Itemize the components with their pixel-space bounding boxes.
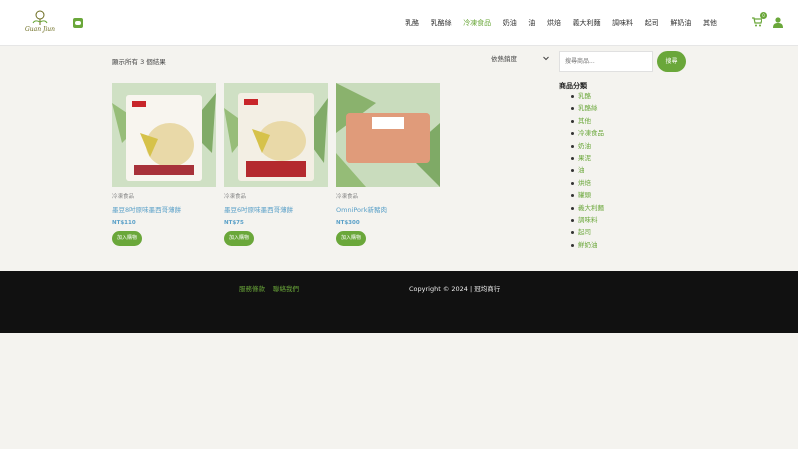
category-item-cheese[interactable]: 乳酪 bbox=[571, 90, 604, 102]
nav-item-oil[interactable]: 油 bbox=[528, 17, 535, 29]
logo-text: Guan Jiun bbox=[24, 26, 56, 33]
cart-count-badge: 0 bbox=[760, 12, 767, 19]
tortilla-package-image bbox=[224, 83, 328, 187]
logo-leaf-icon bbox=[32, 10, 48, 25]
product-image[interactable] bbox=[112, 83, 216, 187]
add-to-cart-button[interactable]: 加入購物 bbox=[224, 231, 254, 246]
product-category: 冷凍食品 bbox=[112, 194, 135, 200]
nav-item-pasta[interactable]: 義大利麵 bbox=[573, 17, 601, 29]
cart-icon[interactable] bbox=[752, 17, 762, 27]
product-card: 冷凍食品 墨豆6吋原味墨西哥薄餅 NT$75 加入購物 bbox=[224, 83, 328, 246]
main-nav: 乳酪 乳酪絲 冷凍食品 奶油 油 烘焙 義大利麵 調味料 起司 鮮奶油 其他 bbox=[405, 17, 729, 29]
nav-item-cheese-2[interactable]: 起司 bbox=[645, 17, 659, 29]
category-item-shredded-cheese[interactable]: 乳酪絲 bbox=[571, 102, 604, 114]
category-item-butter[interactable]: 奶油 bbox=[571, 140, 604, 152]
category-item-other[interactable]: 其他 bbox=[571, 115, 604, 127]
search-input[interactable] bbox=[559, 51, 653, 72]
sort-select[interactable]: 依熱銷度 bbox=[491, 52, 551, 66]
product-category: 冷凍食品 bbox=[224, 194, 247, 200]
product-card: 冷凍食品 OmniPork新豬肉 NT$300 加入購物 bbox=[336, 83, 440, 246]
nav-item-seasoning[interactable]: 調味料 bbox=[612, 17, 633, 29]
product-title[interactable]: OmniPork新豬肉 bbox=[336, 204, 440, 214]
product-image[interactable] bbox=[336, 83, 440, 187]
footer-link-contact[interactable]: 聯絡我們 bbox=[273, 283, 299, 293]
product-category: 冷凍食品 bbox=[336, 194, 359, 200]
footer-links: 服務條款 聯絡我們 bbox=[239, 283, 307, 293]
product-title[interactable]: 墨豆8吋原味墨西哥薄餅 bbox=[112, 204, 216, 214]
category-list: 乳酪 乳酪絲 其他 冷凍食品 奶油 果泥 油 烘焙 罐頭 義大利麵 調味料 起司… bbox=[571, 90, 604, 251]
product-price: NT$110 bbox=[112, 220, 136, 226]
site-footer: 服務條款 聯絡我們 Copyright © 2024 | 冠均商行 bbox=[0, 271, 798, 333]
add-to-cart-button[interactable]: 加入購物 bbox=[336, 231, 366, 246]
add-to-cart-button[interactable]: 加入購物 bbox=[112, 231, 142, 246]
category-item-puree[interactable]: 果泥 bbox=[571, 152, 604, 164]
search-button[interactable]: 搜尋 bbox=[657, 51, 686, 72]
product-title[interactable]: 墨豆6吋原味墨西哥薄餅 bbox=[224, 204, 328, 214]
nav-item-frozen-food[interactable]: 冷凍食品 bbox=[463, 17, 491, 29]
omnipork-package-image bbox=[336, 83, 440, 187]
nav-item-shredded-cheese[interactable]: 乳酪絲 bbox=[431, 17, 452, 29]
copyright-text: Copyright © 2024 | 冠均商行 bbox=[409, 285, 501, 293]
category-item-pasta[interactable]: 義大利麵 bbox=[571, 202, 604, 214]
nav-item-cheese[interactable]: 乳酪 bbox=[405, 17, 419, 29]
nav-item-cream[interactable]: 鮮奶油 bbox=[670, 17, 691, 29]
product-image[interactable] bbox=[224, 83, 328, 187]
footer-link-terms[interactable]: 服務條款 bbox=[239, 283, 265, 293]
nav-item-butter[interactable]: 奶油 bbox=[503, 17, 517, 29]
category-item-baking[interactable]: 烘焙 bbox=[571, 177, 604, 189]
product-card: 冷凍食品 墨豆8吋原味墨西哥薄餅 NT$110 加入購物 bbox=[112, 83, 216, 246]
category-item-cheese-2[interactable]: 起司 bbox=[571, 226, 604, 238]
site-header: Guan Jiun 乳酪 乳酪絲 冷凍食品 奶油 油 烘焙 義大利麵 調味料 起… bbox=[0, 0, 798, 46]
line-chat-icon[interactable] bbox=[73, 18, 83, 28]
category-item-seasoning[interactable]: 調味料 bbox=[571, 214, 604, 226]
user-account-icon[interactable] bbox=[773, 17, 783, 28]
nav-item-other[interactable]: 其他 bbox=[703, 17, 717, 29]
product-price: NT$75 bbox=[224, 220, 244, 226]
category-item-oil[interactable]: 油 bbox=[571, 164, 604, 176]
chevron-down-icon[interactable] bbox=[543, 56, 549, 61]
product-price: NT$300 bbox=[336, 220, 360, 226]
tortilla-package-image bbox=[112, 83, 216, 187]
category-item-frozen-food[interactable]: 冷凍食品 bbox=[571, 127, 604, 139]
nav-item-baking[interactable]: 烘焙 bbox=[547, 17, 561, 29]
category-item-cream[interactable]: 鮮奶油 bbox=[571, 239, 604, 251]
result-count: 顯示所有 3 個結果 bbox=[112, 58, 166, 66]
logo[interactable]: Guan Jiun bbox=[22, 8, 58, 38]
category-item-canned[interactable]: 罐頭 bbox=[571, 189, 604, 201]
